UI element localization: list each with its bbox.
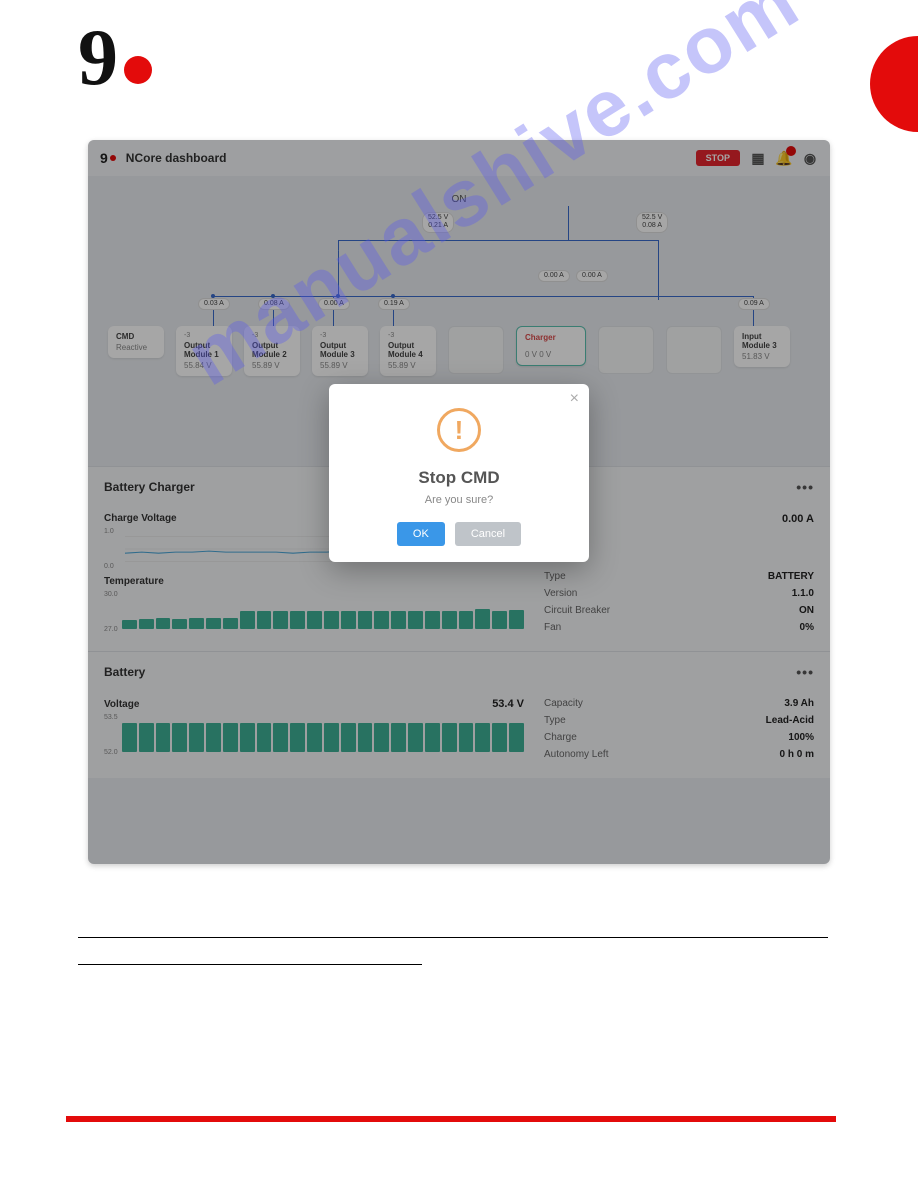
brand-logo: 9 <box>78 26 152 90</box>
footer-red-bar <box>66 1116 836 1122</box>
dashboard-screenshot: 9 NCore dashboard STOP ▦ 🔔 ◉ ON 52.5 V0.… <box>88 140 830 864</box>
modal-title: Stop CMD <box>351 468 567 488</box>
divider <box>78 937 828 938</box>
modal-text: Are you sure? <box>351 494 567 506</box>
logo-dot-icon <box>124 56 152 84</box>
ok-button[interactable]: OK <box>397 522 445 546</box>
divider <box>78 964 422 965</box>
cancel-button[interactable]: Cancel <box>455 522 521 546</box>
stop-confirm-modal: × ! Stop CMD Are you sure? OK Cancel <box>329 384 589 562</box>
warning-icon: ! <box>437 408 481 452</box>
close-icon[interactable]: × <box>570 390 579 408</box>
side-red-tab <box>870 36 918 132</box>
